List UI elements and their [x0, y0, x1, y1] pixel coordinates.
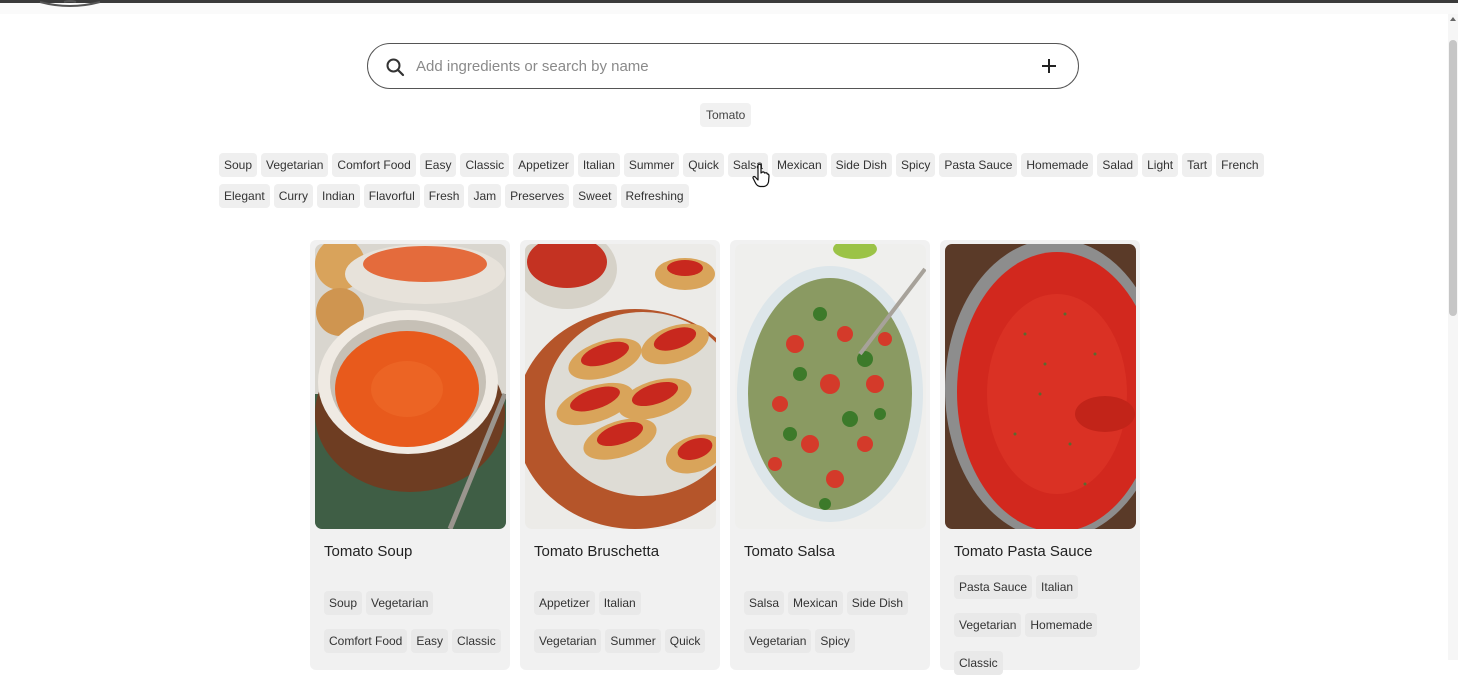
recipe-title[interactable]: Tomato Salsa	[744, 543, 835, 560]
pasta-sauce-photo[interactable]	[945, 244, 1136, 529]
tag-filter-chip[interactable]: Comfort Food	[332, 153, 416, 177]
recipe-tag[interactable]: Mexican	[788, 591, 843, 615]
recipe-tag[interactable]: Appetizer	[534, 591, 595, 615]
recipe-card[interactable]: Tomato Salsa Salsa Mexican Side Dish Vegeta…	[730, 240, 930, 670]
tag-filter-chip[interactable]: Pasta Sauce	[939, 153, 1018, 177]
tag-filter-row: Elegant Curry Indian Flavorful Fresh Jam Prese…	[219, 184, 1199, 208]
bruschetta-photo[interactable]	[525, 244, 716, 529]
recipe-tag[interactable]: Classic	[452, 629, 501, 653]
tag-filter-chip[interactable]: Refreshing	[620, 184, 689, 208]
ingredient-search-bar	[367, 43, 1079, 89]
recipe-tag[interactable]: Vegetarian	[954, 613, 1022, 637]
recipe-tag[interactable]: Side Dish	[846, 591, 909, 615]
salsa-photo[interactable]	[735, 244, 926, 529]
add-ingredient-icon[interactable]	[1039, 56, 1059, 76]
scrollbar-thumb[interactable]	[1449, 40, 1457, 316]
recipe-tag[interactable]: Summer	[605, 629, 661, 653]
tag-filter-chip[interactable]: Soup	[219, 153, 258, 177]
recipe-tag[interactable]: Vegetarian	[534, 629, 602, 653]
recipe-tag[interactable]: Soup	[324, 591, 363, 615]
tag-filter-chip[interactable]: Side Dish	[830, 153, 892, 177]
recipe-card[interactable]: Tomato Pasta Sauce Pasta Sauce Italian Veg…	[940, 240, 1140, 675]
recipe-tag[interactable]: Pasta Sauce	[954, 575, 1033, 599]
tag-filter-chip[interactable]: Indian	[317, 184, 360, 208]
search-icon	[386, 58, 405, 77]
recipe-tag[interactable]: Spicy	[815, 629, 855, 653]
tag-filter-chip[interactable]: Fresh	[423, 184, 465, 208]
recipe-title[interactable]: Tomato Soup	[324, 543, 412, 560]
scroll-up-icon[interactable]	[1448, 14, 1458, 24]
tag-filter-chip[interactable]: Vegetarian	[261, 153, 329, 177]
recipe-tags: Appetizer Italian Vegetarian Summer Quick	[534, 591, 714, 660]
tag-filter-chip[interactable]: Flavorful	[363, 184, 420, 208]
recipe-tags: Pasta Sauce Italian Vegetarian Homemade Clas…	[954, 575, 1134, 682]
recipe-tag[interactable]: Comfort Food	[324, 629, 408, 653]
tag-filter-chip[interactable]: Salsa	[727, 153, 768, 177]
page-scrollbar[interactable]	[1448, 14, 1458, 660]
tag-filter-chip[interactable]: Elegant	[219, 184, 270, 208]
tomato-soup-photo[interactable]	[315, 244, 506, 529]
recipe-tag[interactable]: Italian	[598, 591, 641, 615]
recipe-tag[interactable]: Vegetarian	[366, 591, 434, 615]
tag-filter-chip[interactable]: Spicy	[895, 153, 936, 177]
recipe-card[interactable]: Tomato Soup Soup Vegetarian Comfort Food Ea…	[310, 240, 510, 670]
recipe-tag[interactable]: Classic	[954, 651, 1003, 675]
tag-filter-chip[interactable]: Tart	[1182, 153, 1213, 177]
tag-filter-list: Soup Vegetarian Comfort Food Easy Classic App…	[219, 153, 1264, 215]
recipe-card[interactable]: Tomato Bruschetta Appetizer Italian Vegeta…	[520, 240, 720, 670]
recipe-title[interactable]: Tomato Pasta Sauce	[954, 543, 1092, 560]
tag-filter-chip[interactable]: Sweet	[573, 184, 617, 208]
tag-filter-chip[interactable]: Curry	[273, 184, 314, 208]
tag-filter-chip[interactable]: Appetizer	[513, 153, 574, 177]
tag-filter-chip[interactable]: Light	[1142, 153, 1179, 177]
recipe-tag[interactable]: Homemade	[1025, 613, 1098, 637]
tag-filter-chip[interactable]: Preserves	[505, 184, 570, 208]
recipe-tag[interactable]: Italian	[1036, 575, 1079, 599]
recipe-tag[interactable]: Quick	[664, 629, 706, 653]
tag-filter-row: Soup Vegetarian Comfort Food Easy Classic App…	[219, 153, 1264, 177]
tag-filter-chip[interactable]: Italian	[577, 153, 620, 177]
tag-filter-chip[interactable]: Jam	[468, 184, 502, 208]
recipe-title[interactable]: Tomato Bruschetta	[534, 543, 659, 560]
logo-icon[interactable]	[38, 0, 102, 8]
recipe-tags: Soup Vegetarian Comfort Food Easy Classic	[324, 591, 504, 660]
search-input[interactable]	[416, 55, 1016, 77]
recipe-tags: Salsa Mexican Side Dish Vegetarian Spicy	[744, 591, 924, 660]
selected-ingredient-chip[interactable]: Tomato	[700, 103, 752, 127]
tag-filter-chip[interactable]: Homemade	[1021, 153, 1094, 177]
tag-filter-chip[interactable]: Easy	[419, 153, 457, 177]
tag-filter-chip[interactable]: Salad	[1097, 153, 1139, 177]
browser-top-bar	[0, 0, 1458, 14]
tag-filter-chip[interactable]: Quick	[683, 153, 724, 177]
tag-filter-chip[interactable]: Summer	[623, 153, 680, 177]
recipe-tag[interactable]: Salsa	[744, 591, 785, 615]
tag-filter-chip[interactable]: Classic	[460, 153, 510, 177]
recipe-tag[interactable]: Easy	[411, 629, 449, 653]
top-divider	[0, 0, 1458, 3]
recipe-tag[interactable]: Vegetarian	[744, 629, 812, 653]
tag-filter-chip[interactable]: Mexican	[771, 153, 827, 177]
tag-filter-chip[interactable]: French	[1216, 153, 1264, 177]
